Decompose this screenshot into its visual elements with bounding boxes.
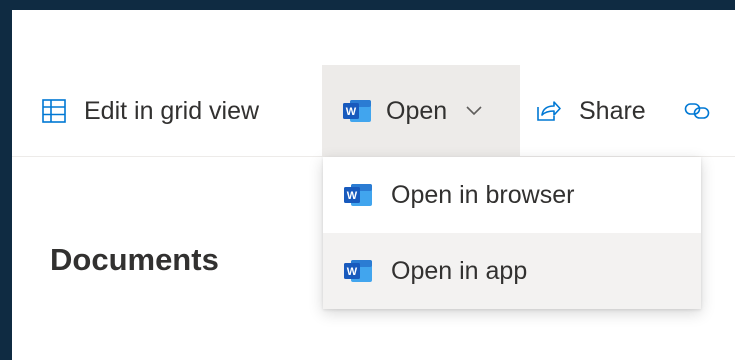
link-icon <box>684 101 710 121</box>
chevron-down-icon <box>465 105 483 117</box>
open-button[interactable]: W Open <box>322 65 520 157</box>
menu-item-label: Open in browser <box>391 180 575 209</box>
word-icon: W <box>342 98 372 124</box>
word-icon: W <box>343 258 373 284</box>
share-label: Share <box>579 96 646 125</box>
page-title: Documents <box>50 242 219 277</box>
copy-link-button[interactable] <box>684 65 710 157</box>
edit-in-grid-view-button[interactable]: Edit in grid view <box>42 65 259 157</box>
command-bar: Edit in grid view W Open Share <box>12 65 735 157</box>
app-panel: Edit in grid view W Open Share Documents… <box>12 10 735 360</box>
menu-item-label: Open in app <box>391 256 528 285</box>
svg-text:W: W <box>347 190 358 202</box>
svg-text:W: W <box>347 266 358 278</box>
edit-in-grid-view-label: Edit in grid view <box>84 96 260 125</box>
word-icon: W <box>343 182 373 208</box>
share-button[interactable]: Share <box>535 65 646 157</box>
menu-item-open-in-app[interactable]: W Open in app <box>323 233 701 309</box>
menu-item-open-in-browser[interactable]: W Open in browser <box>323 157 701 233</box>
grid-icon <box>42 99 66 123</box>
share-icon <box>535 99 561 123</box>
open-label: Open <box>386 96 448 125</box>
open-dropdown-menu: W Open in browser W Open in app <box>323 157 701 309</box>
svg-text:W: W <box>346 106 357 118</box>
